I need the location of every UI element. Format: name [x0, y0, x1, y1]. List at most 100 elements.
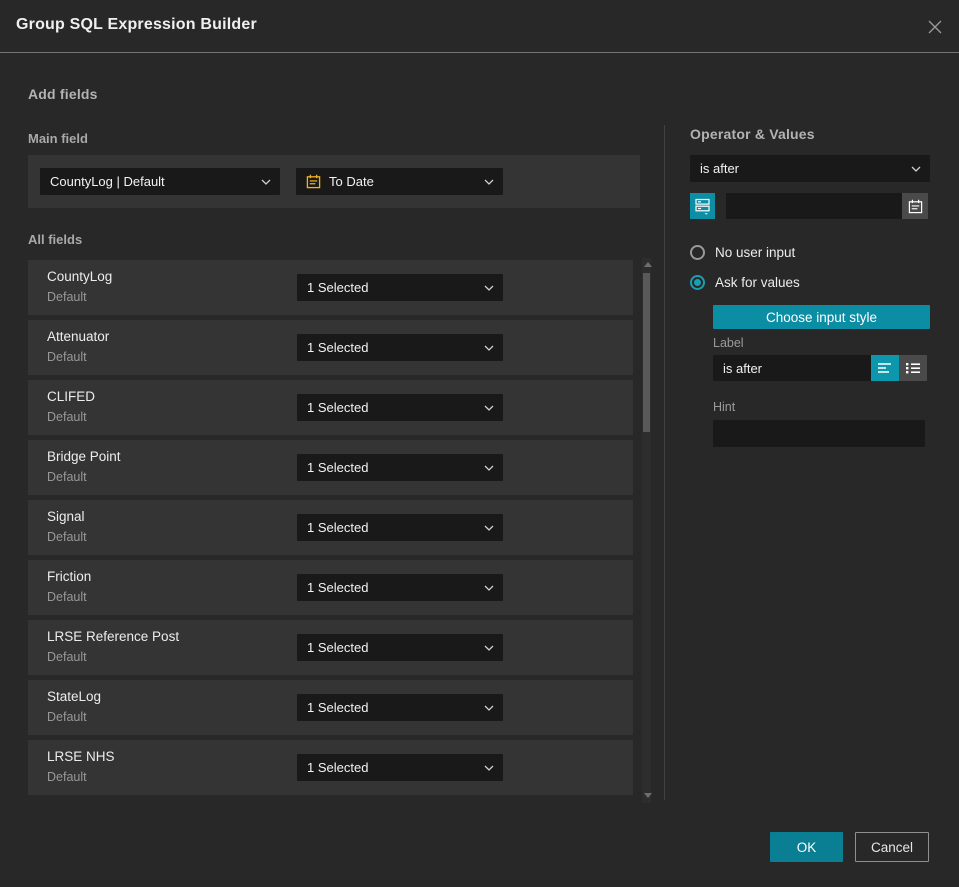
all-fields-list: CountyLog Default 1 Selected Attenuator …: [28, 260, 633, 800]
field-selection-select[interactable]: 1 Selected: [297, 514, 503, 541]
field-selection-value: 1 Selected: [307, 580, 369, 595]
field-name: Friction: [47, 569, 92, 584]
date-type-select-value: To Date: [329, 174, 374, 189]
label-input[interactable]: is after: [713, 355, 871, 381]
scrollbar-thumb[interactable]: [643, 273, 650, 432]
field-selection-select[interactable]: 1 Selected: [297, 334, 503, 361]
main-field-select[interactable]: CountyLog | Default: [40, 168, 280, 195]
hint-caption: Hint: [713, 400, 736, 414]
label-list-style-button[interactable]: [899, 355, 927, 381]
calendar-icon: [908, 199, 923, 214]
label-align-left-button[interactable]: [871, 355, 899, 381]
field-selection-value: 1 Selected: [307, 340, 369, 355]
field-selection-value: 1 Selected: [307, 700, 369, 715]
panel-divider: [664, 125, 665, 800]
scroll-up-icon[interactable]: [644, 262, 652, 267]
field-row-signal: Signal Default 1 Selected: [28, 500, 633, 555]
main-field-panel: CountyLog | Default To Date: [28, 155, 640, 208]
operator-select-value: is after: [700, 161, 740, 176]
chevron-down-icon: [484, 585, 494, 591]
field-subtitle: Default: [47, 410, 87, 424]
field-selection-select[interactable]: 1 Selected: [297, 454, 503, 481]
field-name: LRSE Reference Post: [47, 629, 180, 644]
date-value-input[interactable]: [726, 193, 902, 219]
field-subtitle: Default: [47, 650, 87, 664]
dialog-header: Group SQL Expression Builder: [0, 0, 959, 53]
ok-button[interactable]: OK: [770, 832, 843, 862]
chevron-down-icon: [484, 645, 494, 651]
field-selection-select[interactable]: 1 Selected: [297, 634, 503, 661]
field-name: CountyLog: [47, 269, 113, 284]
list-icon: [905, 361, 921, 375]
field-selection-select[interactable]: 1 Selected: [297, 394, 503, 421]
field-row-friction: Friction Default 1 Selected: [28, 560, 633, 615]
add-fields-heading: Add fields: [28, 86, 98, 102]
date-type-select[interactable]: To Date: [296, 168, 503, 195]
cancel-button[interactable]: Cancel: [855, 832, 929, 862]
field-name: Attenuator: [47, 329, 110, 344]
field-name: LRSE NHS: [47, 749, 115, 764]
field-selection-value: 1 Selected: [307, 400, 369, 415]
main-field-select-value: CountyLog | Default: [50, 174, 165, 189]
field-row-statelog: StateLog Default 1 Selected: [28, 680, 633, 735]
field-subtitle: Default: [47, 290, 87, 304]
operator-values-heading: Operator & Values: [690, 126, 815, 142]
chevron-down-icon: [484, 525, 494, 531]
field-selection-value: 1 Selected: [307, 460, 369, 475]
operator-select[interactable]: is after: [690, 155, 930, 182]
radio-ask-for-values[interactable]: Ask for values: [690, 275, 800, 290]
field-row-lrse-reference-post: LRSE Reference Post Default 1 Selected: [28, 620, 633, 675]
field-subtitle: Default: [47, 710, 87, 724]
chevron-down-icon: [261, 179, 271, 185]
field-row-clifed: CLIFED Default 1 Selected: [28, 380, 633, 435]
radio-no-user-input[interactable]: No user input: [690, 245, 795, 260]
choose-input-style-button[interactable]: Choose input style: [713, 305, 930, 329]
close-button[interactable]: [925, 17, 945, 37]
field-row-bridge-point: Bridge Point Default 1 Selected: [28, 440, 633, 495]
field-selection-value: 1 Selected: [307, 520, 369, 535]
field-selection-select[interactable]: 1 Selected: [297, 274, 503, 301]
field-selection-select[interactable]: 1 Selected: [297, 754, 503, 781]
chevron-down-icon: [484, 465, 494, 471]
value-source-button[interactable]: [690, 193, 715, 219]
hint-input[interactable]: [713, 420, 925, 447]
chevron-down-icon: [484, 765, 494, 771]
field-name: CLIFED: [47, 389, 96, 404]
field-subtitle: Default: [47, 770, 87, 784]
date-picker-button[interactable]: [902, 193, 928, 219]
field-selection-value: 1 Selected: [307, 760, 369, 775]
field-selection-select[interactable]: 1 Selected: [297, 694, 503, 721]
field-selection-value: 1 Selected: [307, 640, 369, 655]
close-icon: [927, 19, 943, 35]
field-subtitle: Default: [47, 350, 87, 364]
chevron-down-icon: [484, 405, 494, 411]
field-name: StateLog: [47, 689, 102, 704]
field-stack-icon: [694, 197, 711, 215]
field-row-attenuator: Attenuator Default 1 Selected: [28, 320, 633, 375]
all-fields-label: All fields: [28, 232, 83, 247]
field-subtitle: Default: [47, 470, 87, 484]
field-subtitle: Default: [47, 590, 87, 604]
radio-ask-for-values-label: Ask for values: [715, 275, 800, 290]
dialog-title: Group SQL Expression Builder: [16, 16, 257, 33]
field-name: Signal: [47, 509, 85, 524]
chevron-down-icon: [484, 345, 494, 351]
chevron-down-icon: [484, 179, 494, 185]
label-caption: Label: [713, 336, 744, 350]
chevron-down-icon: [911, 166, 921, 172]
field-selection-value: 1 Selected: [307, 280, 369, 295]
calendar-icon: [306, 174, 321, 189]
align-left-icon: [877, 361, 893, 375]
scroll-down-icon[interactable]: [644, 793, 652, 798]
field-selection-select[interactable]: 1 Selected: [297, 574, 503, 601]
radio-no-user-input-label: No user input: [715, 245, 796, 260]
field-row-lrse-nhs: LRSE NHS Default 1 Selected: [28, 740, 633, 795]
field-name: Bridge Point: [47, 449, 121, 464]
field-subtitle: Default: [47, 530, 87, 544]
main-field-label: Main field: [28, 131, 88, 146]
radio-off-icon: [690, 245, 705, 260]
chevron-down-icon: [484, 285, 494, 291]
field-row-countylog: CountyLog Default 1 Selected: [28, 260, 633, 315]
chevron-down-icon: [484, 705, 494, 711]
radio-on-icon: [690, 275, 705, 290]
